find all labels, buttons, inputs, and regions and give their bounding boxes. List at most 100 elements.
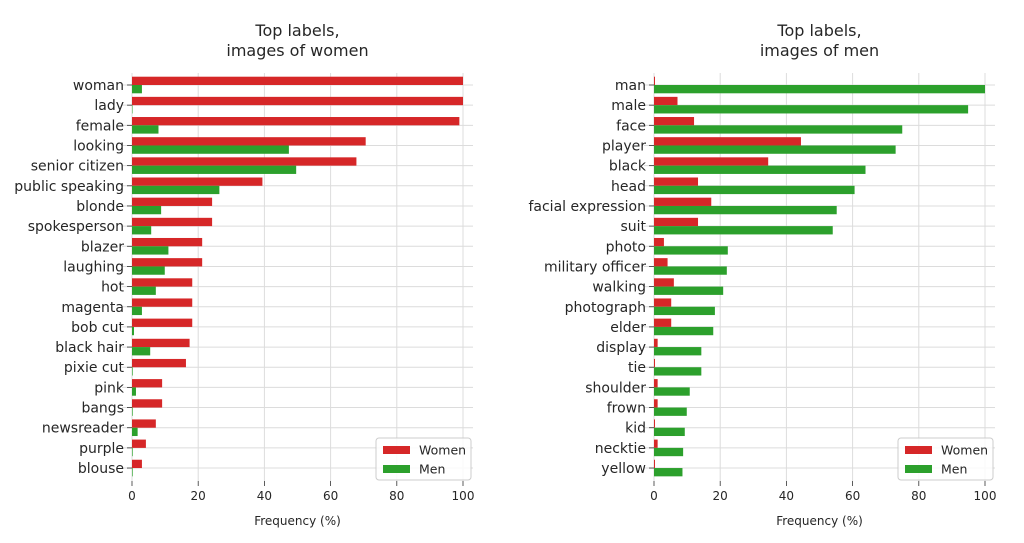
legend-swatch-men [905, 465, 932, 473]
bar-men [132, 468, 133, 477]
bar-men [654, 145, 896, 154]
chart-title-line: Top labels, [776, 21, 861, 40]
bar-men [654, 427, 685, 437]
y-tick-label: hot [101, 280, 124, 296]
bar-men [132, 266, 165, 275]
bar-men [654, 266, 727, 275]
bar-men [132, 185, 220, 195]
chart-title: Top labels, images of women [226, 21, 368, 60]
bar-men [132, 246, 169, 255]
legend-label-men: Men [941, 462, 967, 477]
bar-women [654, 117, 695, 126]
bar-men [132, 447, 133, 457]
y-tick-label: head [611, 179, 646, 195]
bar-women [654, 258, 668, 267]
y-tick-label: facial expression [528, 199, 646, 215]
bar-men [132, 145, 289, 154]
y-tick-label: lady [94, 98, 124, 114]
bar-men [132, 85, 142, 94]
bar-women [654, 157, 769, 166]
legend-label-men: Men [419, 462, 445, 477]
bar-men [654, 185, 855, 195]
bar-men [654, 226, 833, 235]
bar-men [654, 205, 837, 215]
x-axis-label: Frequency (%) [776, 514, 863, 528]
bar-women [132, 117, 460, 126]
legend-swatch-women [383, 446, 410, 454]
bar-women [654, 217, 699, 227]
y-tick-label: spokesperson [28, 219, 124, 235]
bar-men [654, 326, 714, 336]
bar-women [654, 237, 664, 247]
bar-women [654, 318, 672, 327]
bar-women [132, 318, 193, 327]
bar-men [132, 427, 138, 437]
bar-men [654, 347, 702, 356]
y-tick-label: photo [606, 239, 646, 255]
bar-women [132, 96, 463, 106]
bar-men [132, 286, 156, 295]
y-tick-label: senior citizen [31, 159, 124, 175]
bar-men [654, 407, 687, 416]
bar-women [654, 439, 658, 448]
y-tick-label: blazer [81, 239, 124, 255]
bar-women [132, 157, 357, 166]
x-tick-label: 60 [323, 489, 338, 503]
legend-swatch-men [383, 465, 410, 473]
bar-women [654, 379, 658, 388]
y-tick-label: frown [607, 401, 646, 417]
y-tick-label: suit [620, 219, 646, 235]
y-tick-label: display [596, 340, 646, 356]
x-tick-label: 40 [257, 489, 272, 503]
bar-men [654, 447, 684, 457]
y-tick-label: blouse [78, 461, 124, 477]
bar-women [654, 338, 658, 348]
bar-men [132, 407, 133, 416]
x-axis-label: Frequency (%) [254, 514, 341, 528]
bar-women [132, 338, 190, 348]
chart-title: Top labels, images of men [760, 21, 879, 60]
y-tick-label: elder [610, 320, 646, 336]
bar-women [654, 76, 655, 85]
bar-women [654, 419, 655, 428]
bar-women [654, 459, 655, 469]
bar-men [654, 468, 683, 477]
bar-men [132, 347, 151, 356]
bar-women [654, 177, 699, 186]
y-tick-label: yellow [601, 461, 646, 477]
x-tick-label: 20 [713, 489, 728, 503]
y-tick-label: looking [73, 138, 124, 154]
y-tick-label: magenta [61, 300, 124, 316]
y-tick-label: black [609, 159, 647, 175]
bar-women [132, 258, 203, 267]
bar-men [654, 387, 690, 396]
x-tick-label: 20 [191, 489, 206, 503]
legend-label-women: Women [941, 443, 988, 458]
bar-women [654, 197, 712, 206]
chart-panel-0: 0 20 40 60 80 100 woman lady female looking senior… [14, 21, 474, 528]
bar-women [132, 358, 186, 368]
x-tick-label: 100 [452, 489, 475, 503]
y-tick-label: face [616, 118, 646, 134]
y-tick-label: woman [73, 78, 124, 94]
bar-men [654, 125, 903, 134]
bar-men [654, 165, 866, 174]
bar-men [132, 326, 134, 336]
chart-panel-1: 0 20 40 60 80 100 man male face player black head fa… [528, 21, 996, 528]
chart-title-line: Top labels, [254, 21, 339, 40]
bar-men [132, 205, 162, 215]
y-tick-label: blonde [76, 199, 124, 215]
chart-title-line: images of women [226, 41, 368, 60]
bar-women [132, 459, 142, 469]
bar-women [132, 419, 156, 428]
bar-women [654, 298, 672, 307]
bar-men [654, 306, 715, 316]
bar-men [132, 306, 142, 316]
x-tick-label: 60 [845, 489, 860, 503]
y-tick-label: purple [79, 441, 124, 457]
legend: Women Men [375, 437, 472, 481]
chart-title-line: images of men [760, 41, 879, 60]
legend-label-women: Women [419, 443, 466, 458]
bar-men [132, 165, 297, 174]
y-tick-label: newsreader [42, 421, 124, 437]
